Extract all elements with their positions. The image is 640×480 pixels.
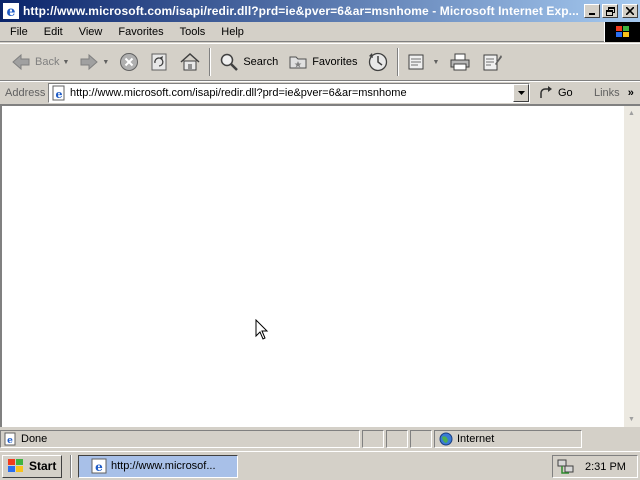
globe-icon	[439, 432, 453, 446]
history-icon	[369, 52, 388, 72]
network-icon[interactable]	[557, 459, 575, 475]
menu-bar: File Edit View Favorites Tools Help	[0, 22, 640, 42]
standard-toolbar: Back ▼ ▼ Search Favorites ▼	[0, 43, 640, 81]
back-button[interactable]: Back ▼	[6, 47, 74, 77]
windows-logo-throbber	[604, 22, 640, 42]
refresh-button[interactable]	[144, 47, 174, 77]
title-bar[interactable]: e http://www.microsoft.com/isapi/redir.d…	[0, 0, 640, 22]
minimize-icon	[589, 13, 595, 15]
forward-button[interactable]: ▼	[74, 47, 114, 77]
ie-page-icon: e	[52, 85, 65, 101]
mouse-cursor-icon	[255, 319, 269, 340]
system-tray: 2:31 PM	[552, 455, 638, 478]
links-toolbar[interactable]: Links »	[594, 87, 634, 99]
ie-icon: e	[3, 3, 19, 19]
toolbar-separator	[209, 48, 212, 76]
scroll-up-icon[interactable]: ▲	[628, 110, 635, 117]
search-icon	[221, 53, 239, 71]
toolbar-separator-2	[397, 48, 400, 76]
menu-view[interactable]: View	[71, 23, 111, 41]
address-dropdown-button[interactable]	[513, 84, 529, 102]
start-button[interactable]: Start	[2, 454, 62, 478]
vertical-scrollbar[interactable]: ▲ ▼	[624, 106, 640, 427]
links-label: Links	[594, 87, 620, 99]
address-bar: Address e Go Links »	[0, 81, 640, 105]
status-pane-progress	[362, 430, 384, 448]
forward-dropdown-icon[interactable]: ▼	[102, 59, 109, 66]
page-content[interactable]: ▲ ▼	[0, 105, 640, 427]
dropdown-arrow-icon	[517, 91, 525, 95]
svg-text:e: e	[7, 436, 13, 446]
taskbar-ie-window[interactable]: e http://www.microsof...	[78, 454, 238, 478]
mail-button[interactable]: ▼	[402, 47, 444, 77]
go-button[interactable]: Go	[538, 85, 586, 101]
close-button[interactable]	[622, 4, 638, 18]
edit-page-icon	[483, 54, 503, 71]
history-button[interactable]	[362, 47, 394, 77]
home-button[interactable]	[174, 47, 206, 77]
back-dropdown-icon[interactable]: ▼	[62, 59, 69, 66]
ie-icon: e	[91, 458, 107, 474]
restore-button[interactable]	[602, 4, 618, 18]
zone-label: Internet	[457, 433, 495, 445]
svg-text:e: e	[7, 4, 16, 19]
svg-text:e: e	[95, 460, 103, 474]
search-label: Search	[243, 56, 279, 68]
edit-button[interactable]	[476, 47, 508, 77]
status-bar: e Done Internet	[0, 428, 640, 450]
windows-flag-icon	[615, 26, 629, 37]
page-done-icon: e	[4, 432, 16, 446]
print-button[interactable]	[444, 47, 476, 77]
menu-file[interactable]: File	[0, 23, 36, 41]
address-combobox[interactable]: e	[48, 83, 530, 103]
forward-arrow-icon	[80, 53, 99, 71]
taskbar-separator	[70, 454, 72, 478]
printer-icon	[450, 53, 470, 71]
menu-tools[interactable]: Tools	[172, 23, 214, 41]
status-text-pane: e Done	[0, 430, 360, 448]
restore-icon	[605, 6, 615, 16]
favorites-label: Favorites	[312, 56, 358, 68]
address-input[interactable]	[70, 85, 513, 101]
chevron-right-icon[interactable]: »	[628, 87, 634, 99]
go-label: Go	[558, 87, 573, 99]
start-label: Start	[29, 459, 57, 473]
menu-favorites[interactable]: Favorites	[110, 23, 171, 41]
refresh-icon	[151, 53, 167, 71]
minimize-button[interactable]	[584, 4, 600, 18]
home-icon	[180, 52, 200, 71]
svg-text:e: e	[56, 88, 63, 101]
windows-flag-icon	[8, 459, 23, 472]
status-zone-pane[interactable]: Internet	[434, 430, 582, 448]
address-label: Address	[5, 87, 46, 99]
back-label: Back	[35, 56, 60, 68]
menu-edit[interactable]: Edit	[36, 23, 71, 41]
menu-help[interactable]: Help	[213, 23, 252, 41]
favorites-folder-icon	[289, 56, 307, 69]
status-pane-security	[386, 430, 408, 448]
scroll-down-icon[interactable]: ▼	[628, 416, 635, 423]
favorites-button[interactable]: Favorites	[283, 47, 362, 77]
mail-icon	[408, 54, 424, 70]
stop-button[interactable]	[114, 47, 144, 77]
go-arrow-icon	[540, 86, 552, 98]
status-text: Done	[21, 433, 48, 445]
window-title: http://www.microsoft.com/isapi/redir.dll…	[23, 4, 579, 18]
clock[interactable]: 2:31 PM	[585, 461, 626, 473]
close-icon	[626, 7, 634, 15]
status-pane-privacy	[410, 430, 432, 448]
taskbar-window-label: http://www.microsof...	[111, 460, 216, 472]
mail-dropdown-icon[interactable]: ▼	[432, 59, 439, 66]
stop-icon	[120, 53, 139, 71]
taskbar: Start e http://www.microsof... 2:31 PM	[0, 451, 640, 480]
search-button[interactable]: Search	[214, 47, 283, 77]
back-arrow-icon	[12, 53, 30, 71]
